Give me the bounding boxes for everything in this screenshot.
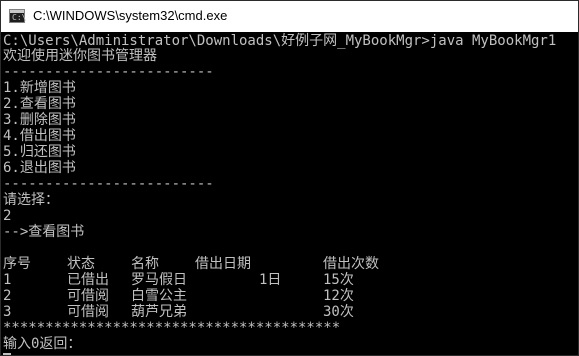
- cmd-icon[interactable]: C:\: [9, 9, 27, 23]
- row-lend-count: 12次: [323, 288, 354, 304]
- row-lend-date: 1日: [259, 272, 282, 288]
- cmd-icon-prompt: C:\: [12, 13, 27, 22]
- user-input: 2: [3, 208, 12, 224]
- row-index: 2: [3, 288, 12, 304]
- row-status: 可借阅: [67, 304, 109, 320]
- row-lend-count: 15次: [323, 272, 354, 288]
- header-status: 状态: [67, 256, 95, 272]
- welcome-line: 欢迎使用迷你图书管理器: [3, 48, 157, 64]
- row-name: 葫芦兄弟: [131, 304, 187, 320]
- header-lend-count: 借出次数: [323, 256, 379, 272]
- view-books-header: -->查看图书: [3, 224, 85, 240]
- menu-item-lend: 4.借出图书: [3, 128, 76, 144]
- row-lend-count: 30次: [323, 304, 354, 320]
- menu-item-return: 5.归还图书: [3, 144, 76, 160]
- menu-item-view: 2.查看图书: [3, 96, 76, 112]
- return-prompt: 输入0返回：: [3, 336, 82, 352]
- window-title: C:\WINDOWS\system32\cmd.exe: [33, 8, 228, 23]
- row-index: 1: [3, 272, 12, 288]
- console-output[interactable]: C:\Users\Administrator\Downloads\好例子网_My…: [1, 32, 578, 355]
- stars-divider: ****************************************: [3, 320, 341, 336]
- header-index: 序号: [3, 256, 31, 272]
- row-status: 可借阅: [67, 288, 109, 304]
- cmd-window: C:\ C:\WINDOWS\system32\cmd.exe C:\Users…: [0, 0, 579, 356]
- choose-prompt: 请选择：: [3, 192, 59, 208]
- title-bar[interactable]: C:\ C:\WINDOWS\system32\cmd.exe: [1, 1, 578, 32]
- menu-item-delete: 3.删除图书: [3, 112, 76, 128]
- header-lend-date: 借出日期: [195, 256, 251, 272]
- menu-item-add: 1.新增图书: [3, 80, 76, 96]
- row-name: 罗马假日: [131, 272, 187, 288]
- menu-item-exit: 6.退出图书: [3, 160, 76, 176]
- row-name: 白雪公主: [131, 288, 187, 304]
- row-index: 3: [3, 304, 12, 320]
- row-status: 已借出: [67, 272, 109, 288]
- menu-divider-top: -------------------------: [3, 64, 214, 80]
- header-name: 名称: [131, 256, 159, 272]
- menu-divider-bottom: -------------------------: [3, 176, 214, 192]
- command-line: C:\Users\Administrator\Downloads\好例子网_My…: [3, 33, 557, 49]
